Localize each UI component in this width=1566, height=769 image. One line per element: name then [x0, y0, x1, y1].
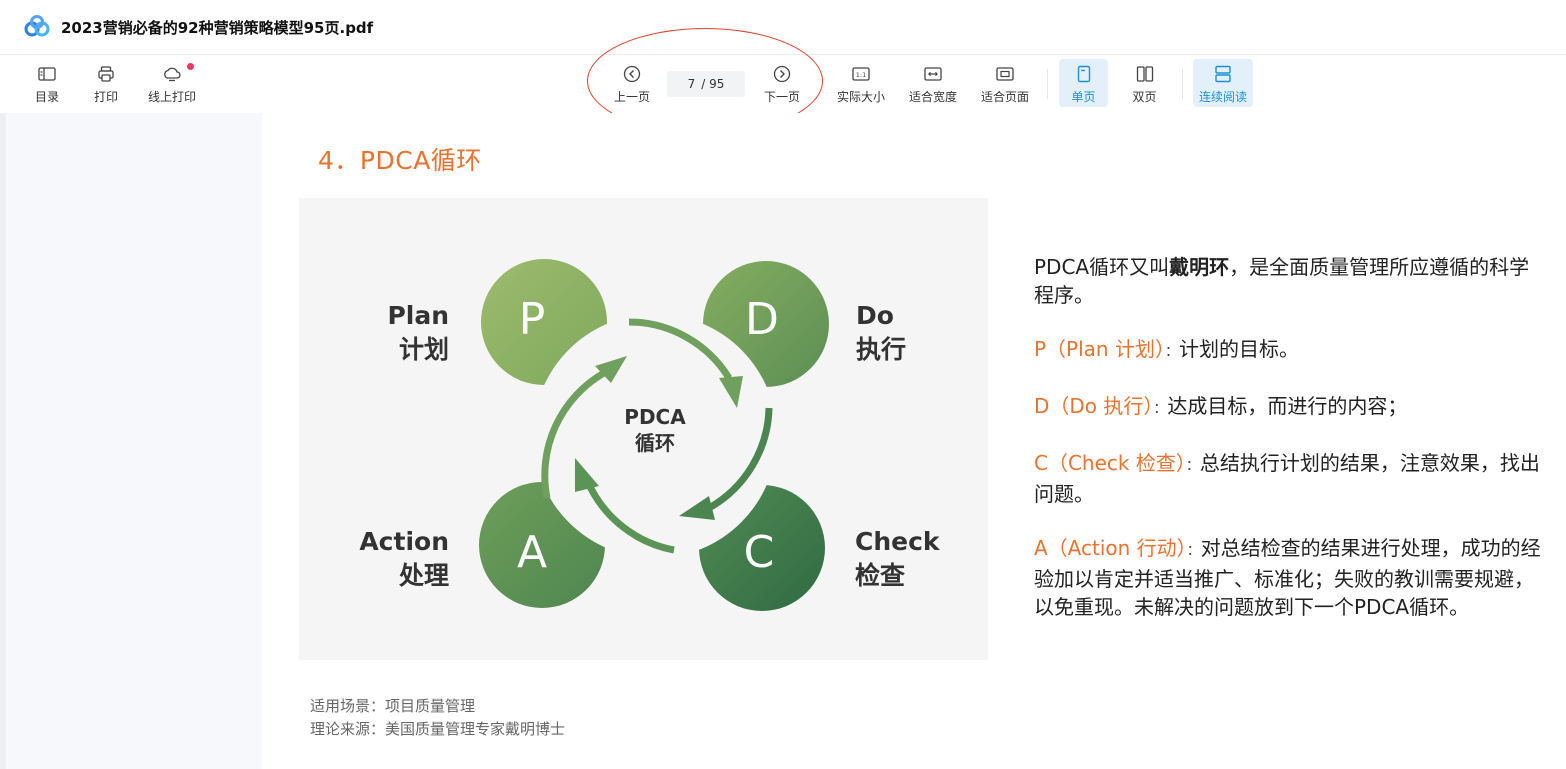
intro-bold: 戴明环: [1169, 255, 1230, 279]
toc-label: 目录: [34, 90, 59, 104]
label-do-cn: 执行: [856, 335, 906, 364]
label-do-en: Do: [856, 301, 894, 330]
single-page-button[interactable]: 单页: [1059, 59, 1108, 107]
toolbar: 目录 打印 线上打印 上一页 7 / 95 下一页 1:1 实际大小 适合宽度 …: [0, 55, 1566, 112]
chevron-right-circle-icon: [773, 65, 791, 83]
toc-icon: [38, 67, 56, 81]
toolbar-divider: [1047, 69, 1048, 99]
letter-c: C: [744, 527, 775, 578]
baidu-netdisk-logo-icon: [24, 15, 50, 37]
page-number-input[interactable]: 7 / 95: [667, 71, 745, 97]
single-page-label: 单页: [1071, 90, 1096, 104]
label-plan-cn: 计划: [399, 335, 449, 364]
letter-d: D: [745, 294, 779, 345]
center-label-pdca: PDCA: [624, 405, 686, 429]
chevron-left-circle-icon: [623, 65, 641, 83]
double-page-icon: [1136, 66, 1153, 82]
label-check-cn: 检查: [855, 561, 905, 590]
letter-a: A: [517, 527, 547, 578]
section-heading: 4．PDCA循环: [318, 146, 482, 175]
notification-dot: [187, 63, 194, 70]
double-page-label: 双页: [1132, 90, 1157, 104]
footer-notes: 适用场景：项目质量管理 理论来源：美国质量管理专家戴明博士: [310, 695, 565, 741]
actual-size-button[interactable]: 1:1 实际大小: [834, 59, 888, 105]
printer-icon: [98, 66, 114, 82]
continuous-reading-label: 连续阅读: [1198, 90, 1247, 104]
do-paragraph: D（Do 执行）：达成目标，而进行的内容；: [1034, 392, 1544, 423]
plan-paragraph: P（Plan 计划）：计划的目标。: [1034, 335, 1544, 366]
fit-width-button[interactable]: 适合宽度: [906, 59, 960, 105]
title-bar: 2023营销必备的92种营销策略模型95页.pdf: [0, 0, 1566, 55]
continuous-reading-button[interactable]: 连续阅读: [1193, 59, 1253, 107]
continuous-reading-icon: [1215, 65, 1231, 83]
document-title: 2023营销必备的92种营销策略模型95页.pdf: [61, 19, 374, 37]
label-plan-en: Plan: [387, 301, 449, 330]
source-note: 理论来源：美国质量管理专家戴明博士: [310, 720, 566, 738]
fit-page-label: 适合页面: [980, 90, 1029, 104]
label-action-en: Action: [359, 527, 449, 556]
current-page[interactable]: 7: [688, 77, 696, 91]
fit-width-label: 适合宽度: [908, 90, 957, 104]
colon: ：: [1186, 543, 1201, 559]
action-term: A（Action 行动）: [1034, 536, 1187, 560]
action-paragraph: A（Action 行动）：对总结检查的结果进行处理，成功的经验加以肯定并适当推广…: [1034, 534, 1544, 621]
colon: ：: [1153, 401, 1168, 417]
intro-text: PDCA循环又叫: [1034, 255, 1170, 279]
pdca-diagram-svg: PDCA 循环 P D A C Plan 计划 Do 执行 Action 处理 …: [359, 259, 941, 611]
next-page-button[interactable]: 下一页: [761, 59, 803, 105]
label-check-en: Check: [855, 527, 941, 556]
label-action-cn: 处理: [398, 561, 449, 590]
print-label: 打印: [93, 90, 118, 104]
prev-page-button[interactable]: 上一页: [611, 59, 653, 105]
sidebar-panel: [6, 113, 262, 769]
pdca-diagram: PDCA 循环 P D A C Plan 计划 Do 执行 Action 处理 …: [299, 198, 988, 660]
fit-page-button[interactable]: 适合页面: [978, 59, 1032, 105]
description-text: PDCA循环又叫戴明环，是全面质量管理所应遵循的科学程序。 P（Plan 计划）…: [1034, 253, 1544, 647]
total-pages: / 95: [701, 77, 725, 91]
fit-width-icon: [924, 67, 942, 81]
colon: ：: [1185, 458, 1200, 474]
scene-note: 适用场景：项目质量管理: [310, 697, 476, 715]
fit-page-icon: [996, 67, 1014, 81]
actual-size-label: 实际大小: [836, 90, 885, 104]
intro-paragraph: PDCA循环又叫戴明环，是全面质量管理所应遵循的科学程序。: [1034, 253, 1544, 309]
prev-page-label: 上一页: [613, 90, 650, 104]
check-term: C（Check 检查）: [1034, 451, 1186, 475]
double-page-button[interactable]: 双页: [1120, 59, 1169, 105]
letter-p: P: [519, 294, 546, 345]
toolbar-divider: [1182, 69, 1183, 99]
cloud-print-icon: [164, 67, 181, 82]
center-label-cycle: 循环: [635, 431, 675, 455]
next-page-label: 下一页: [763, 90, 800, 104]
single-page-icon: [1077, 65, 1090, 83]
actual-size-icon: 1:1: [852, 67, 870, 81]
do-text: 达成目标，而进行的内容；: [1167, 394, 1408, 418]
online-print-label: 线上打印: [147, 90, 196, 104]
do-term: D（Do 执行）: [1034, 394, 1154, 418]
plan-text: 计划的目标。: [1178, 337, 1299, 361]
print-button[interactable]: 打印: [93, 59, 119, 105]
toc-button[interactable]: 目录: [34, 59, 60, 105]
colon: ：: [1164, 344, 1179, 360]
check-paragraph: C（Check 检查）：总结执行计划的结果，注意效果，找出问题。: [1034, 449, 1544, 508]
document-page[interactable]: 4．PDCA循环 PDCA 循环 P D A C Plan 计划 Do 执行 A…: [262, 113, 1566, 769]
plan-term: P（Plan 计划）: [1034, 337, 1165, 361]
svg-text:1:1: 1:1: [856, 71, 866, 79]
